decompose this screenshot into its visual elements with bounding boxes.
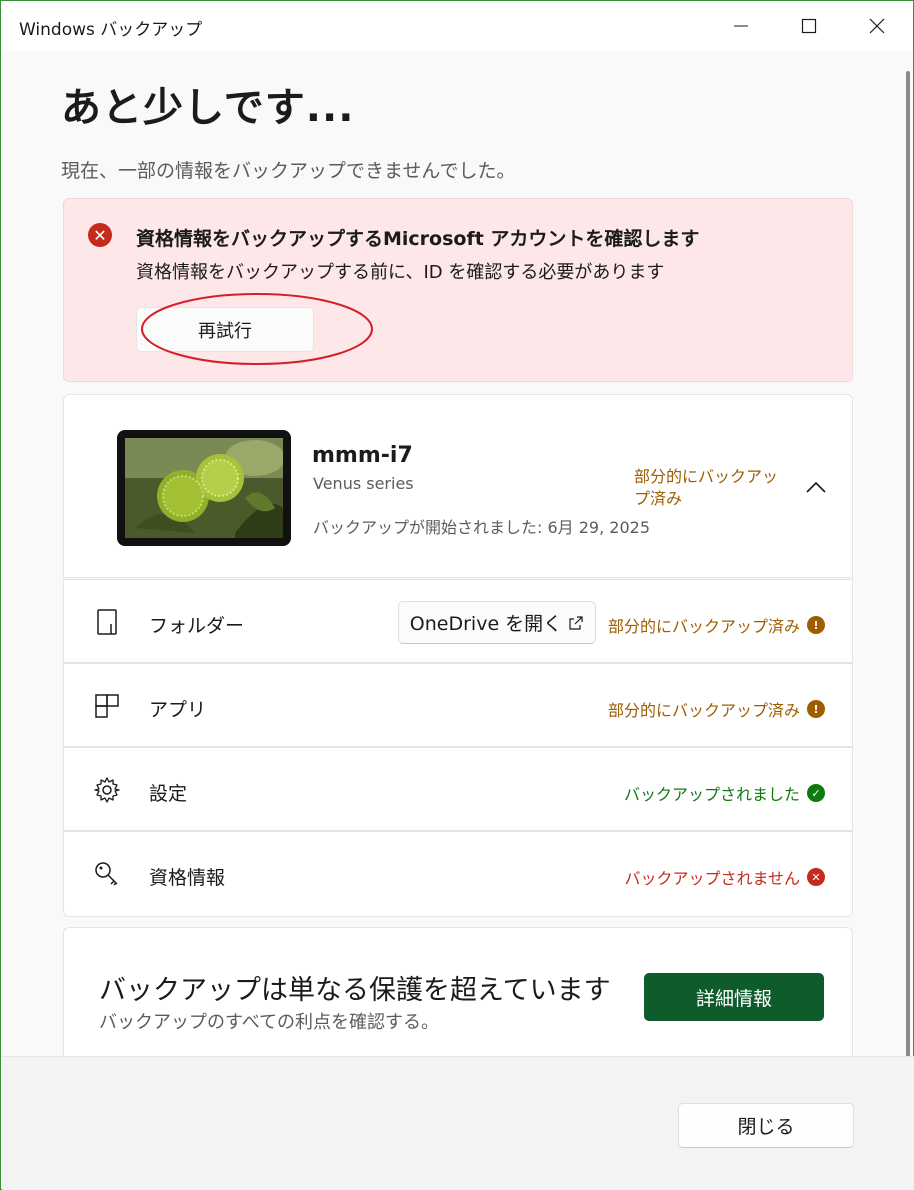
apps-icon [95,694,119,718]
error-circle-icon: ✕ [88,223,112,247]
gear-icon [94,777,120,803]
device-name: mmm-i7 [312,443,413,468]
scrollbar[interactable] [906,71,910,1071]
device-thumbnail [117,430,291,546]
maximize-button[interactable] [775,1,843,51]
apps-status: 部分的にバックアップ済み [607,701,800,720]
promo-description: バックアップのすべての利点を確認する。 [99,1012,440,1033]
minimize-icon [734,25,748,27]
settings-status: バックアップされました [623,785,800,804]
close-icon [869,18,885,34]
window-title: Windows バックアップ [19,20,203,40]
credentials-label: 資格情報 [149,867,226,889]
warning-icon: ! [807,616,825,634]
error-icon: ✕ [807,868,825,886]
learn-more-button[interactable]: 詳細情報 [644,973,824,1021]
external-link-icon [569,615,583,630]
close-window-button[interactable] [843,1,911,51]
backup-start-date: バックアップが開始されました: 6月 29, 2025 [313,518,650,537]
device-card[interactable]: mmm-i7 Venus series バックアップが開始されました: 6月 2… [63,394,853,578]
list-item-credentials[interactable]: 資格情報 バックアップされません ✕ [63,831,853,917]
minimize-button[interactable] [707,1,775,51]
list-item-apps[interactable]: アプリ 部分的にバックアップ済み ! [63,663,853,747]
device-backup-status: 部分的にバックアップ済み [634,467,779,508]
chestnut-image [125,438,283,538]
list-item-settings[interactable]: 設定 バックアップされました ✓ [63,747,853,831]
device-model: Venus series [313,474,414,493]
page-title: あと少しです... [61,85,355,131]
alert-title: 資格情報をバックアップするMicrosoft アカウントを確認します [136,228,700,250]
red-ellipse-annotation [141,293,373,365]
open-onedrive-label: OneDrive を開く [409,613,563,635]
folders-label: フォルダー [149,615,245,637]
key-icon [95,862,118,886]
promo-title: バックアップは単なる保護を超えています [99,975,611,1006]
backup-window: Windows バックアップ あと少しです... 現在、一部の情報をバックアップ… [0,0,914,1190]
close-button[interactable]: 閉じる [678,1103,854,1148]
apps-label: アプリ [149,699,207,721]
list-item-folders[interactable]: フォルダー OneDrive を開く 部分的にバックアップ済み ! [63,579,853,663]
warning-icon: ! [807,700,825,718]
footer: 閉じる [2,1056,914,1190]
folders-status: 部分的にバックアップ済み [607,617,800,636]
page-subtitle: 現在、一部の情報をバックアップできませんでした。 [61,160,516,182]
chevron-up-icon[interactable] [804,475,828,499]
title-bar: Windows バックアップ [1,1,913,51]
credentials-status: バックアップされません [624,869,800,888]
checkmark-icon: ✓ [807,784,825,802]
promo-card: バックアップは単なる保護を超えています バックアップのすべての利点を確認する。 … [63,927,853,1067]
settings-label: 設定 [149,783,188,805]
folder-icon [97,609,117,635]
alert-description: 資格情報をバックアップする前に、ID を確認する必要があります [136,262,665,283]
maximize-icon [801,18,817,34]
open-onedrive-button[interactable]: OneDrive を開く [398,601,596,644]
